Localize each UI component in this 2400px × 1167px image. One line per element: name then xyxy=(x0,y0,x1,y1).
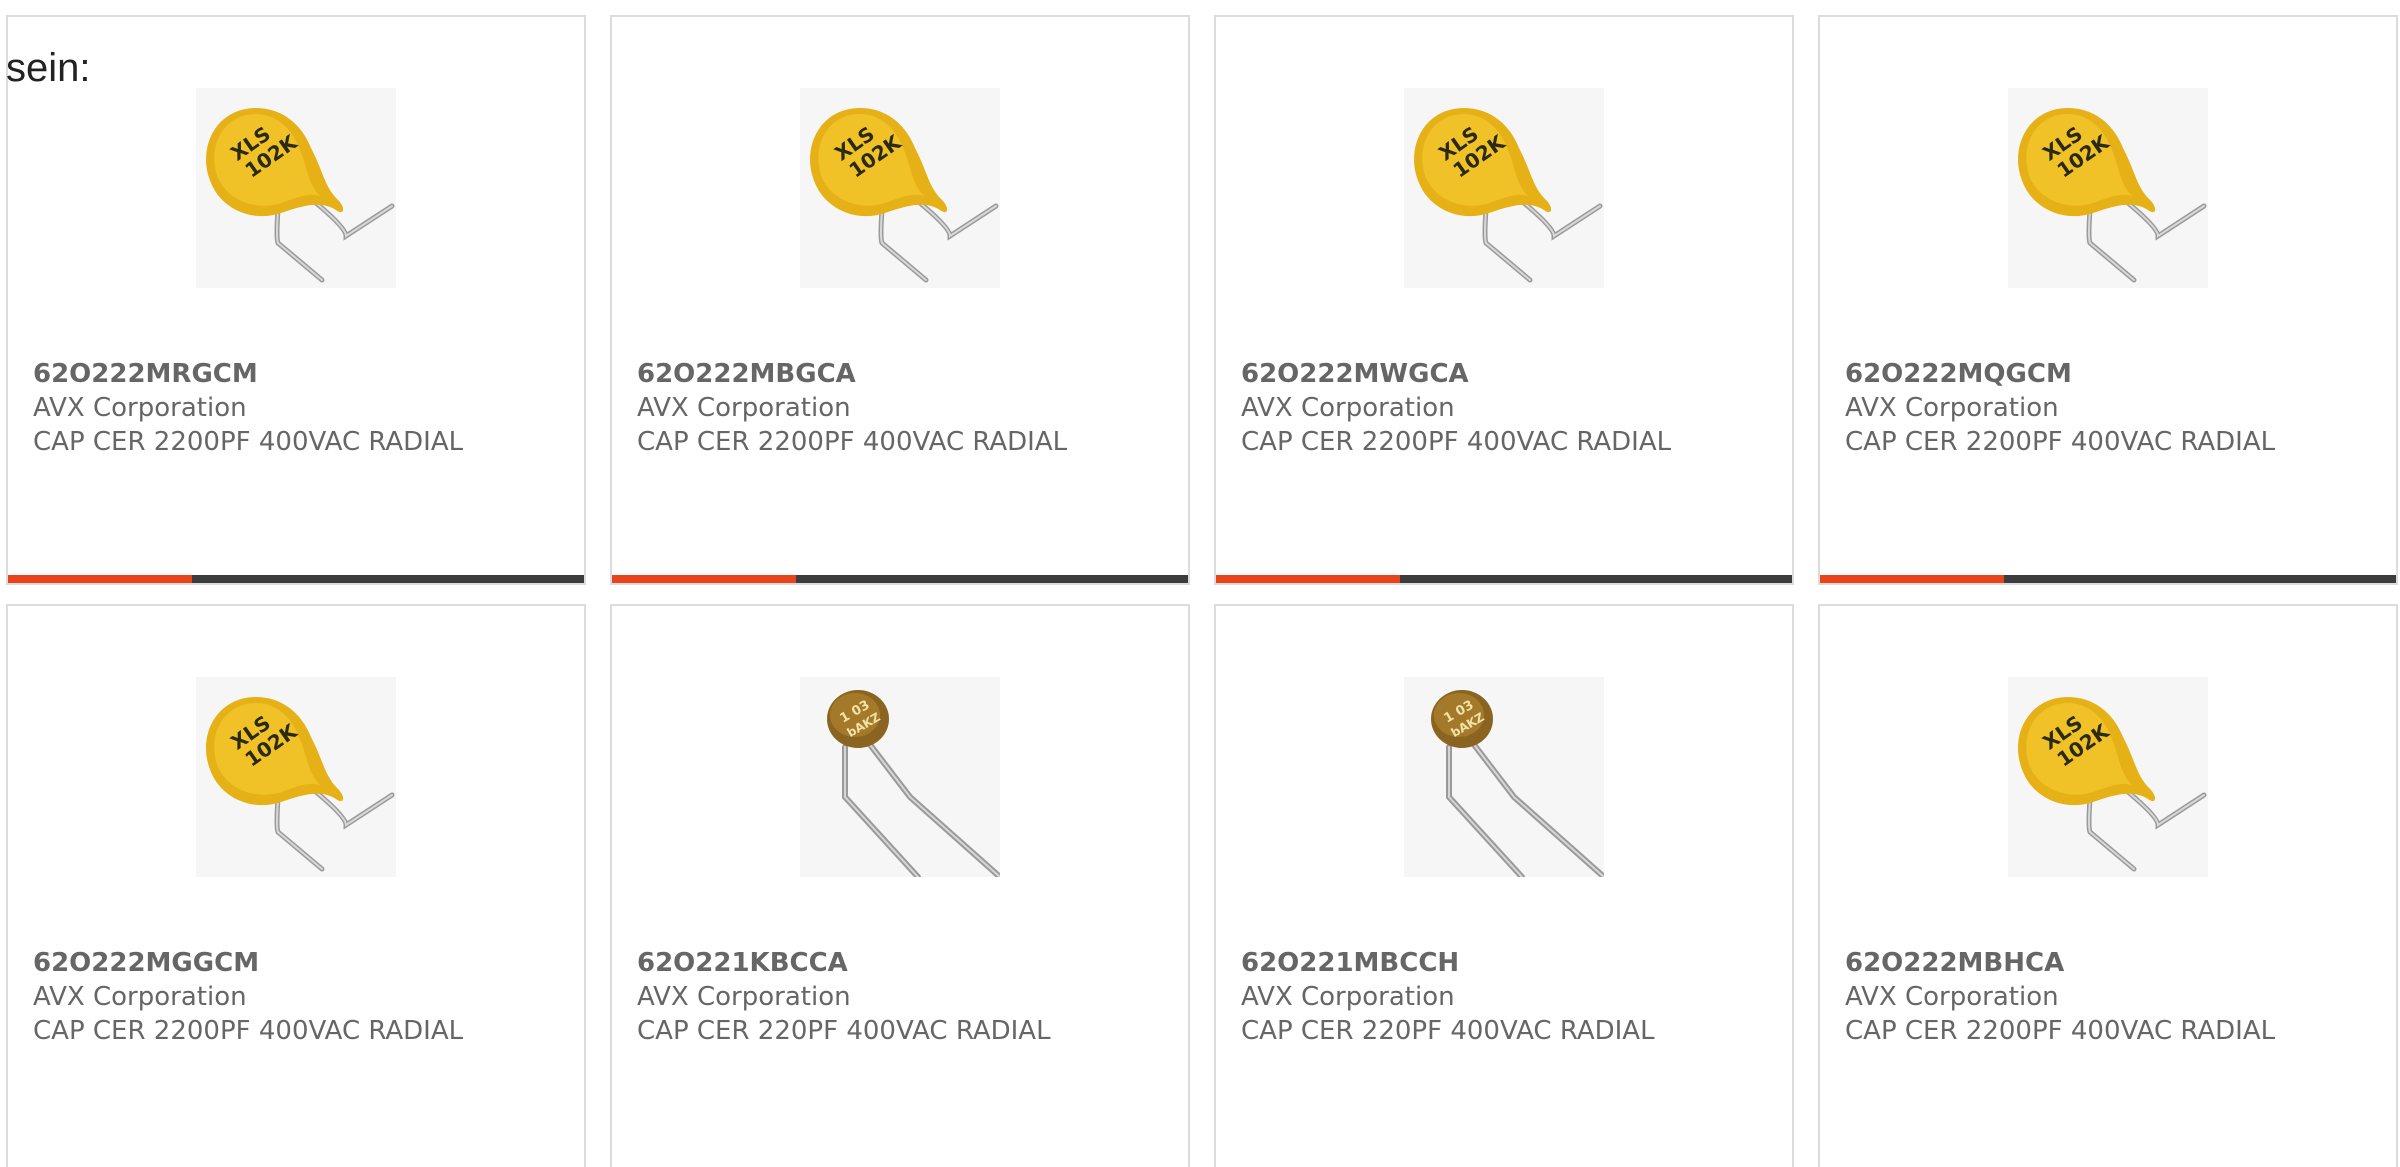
yellow-disc-capacitor-icon[interactable]: XLS 102K xyxy=(800,88,1000,288)
product-manufacturer: AVX Corporation xyxy=(637,393,851,423)
product-description: CAP CER 2200PF 400VAC RADIAL xyxy=(637,427,1068,457)
product-manufacturer: AVX Corporation xyxy=(33,393,247,423)
product-description: CAP CER 2200PF 400VAC RADIAL xyxy=(1845,1016,2276,1046)
product-manufacturer: AVX Corporation xyxy=(1845,393,2059,423)
product-info: 62O222MBGCA AVX Corporation CAP CER 2200… xyxy=(637,357,1067,459)
product-description: CAP CER 220PF 400VAC RADIAL xyxy=(637,1016,1051,1046)
product-card[interactable]: XLS 102K 62O222MQGCM AVX Corporation CAP… xyxy=(1818,15,2398,585)
progress-bar-fill xyxy=(1820,575,2005,583)
progress-bar-fill xyxy=(612,575,797,583)
product-card[interactable]: XLS 102K 62O222MWGCA AVX Corporation CAP… xyxy=(1214,15,1794,585)
product-part-number[interactable]: 62O222MBHCA xyxy=(1845,946,2275,980)
product-card[interactable]: XLS 102K 62O222MGGCM AVX Corporation CAP… xyxy=(6,604,586,1167)
yellow-disc-capacitor-icon[interactable]: XLS 102K xyxy=(196,88,396,288)
product-description: CAP CER 220PF 400VAC RADIAL xyxy=(1241,1016,1655,1046)
product-manufacturer: AVX Corporation xyxy=(637,982,851,1012)
product-card[interactable]: XLS 102K 62O222MBHCA AVX Corporation CAP… xyxy=(1818,604,2398,1167)
product-part-number[interactable]: 62O222MQGCM xyxy=(1845,357,2275,391)
brown-disc-capacitor-icon[interactable]: 1 03 bAKZ xyxy=(1404,677,1604,877)
yellow-disc-capacitor-icon[interactable]: XLS 102K xyxy=(1404,88,1604,288)
product-description: CAP CER 2200PF 400VAC RADIAL xyxy=(1241,427,1672,457)
product-card[interactable]: XLS 102K 62O222MBGCA AVX Corporation CAP… xyxy=(610,15,1190,585)
product-info: 62O222MGGCM AVX Corporation CAP CER 2200… xyxy=(33,946,463,1048)
product-description: CAP CER 2200PF 400VAC RADIAL xyxy=(1845,427,2276,457)
yellow-disc-capacitor-icon[interactable]: XLS 102K xyxy=(2008,88,2208,288)
progress-bar-fill xyxy=(1216,575,1401,583)
product-description: CAP CER 2200PF 400VAC RADIAL xyxy=(33,427,464,457)
product-manufacturer: AVX Corporation xyxy=(1241,393,1455,423)
product-part-number[interactable]: 62O221MBCCH xyxy=(1241,946,1655,980)
brown-disc-capacitor-icon[interactable]: 1 03 bAKZ xyxy=(800,677,1000,877)
product-part-number[interactable]: 62O221KBCCA xyxy=(637,946,1051,980)
product-part-number[interactable]: 62O222MGGCM xyxy=(33,946,463,980)
product-info: 62O222MBHCA AVX Corporation CAP CER 2200… xyxy=(1845,946,2275,1048)
product-card[interactable]: 1 03 bAKZ 62O221KBCCA AVX Corporation CA… xyxy=(610,604,1190,1167)
progress-bar xyxy=(1820,575,2396,583)
product-description: CAP CER 2200PF 400VAC RADIAL xyxy=(33,1016,464,1046)
yellow-disc-capacitor-icon[interactable]: XLS 102K xyxy=(196,677,396,877)
progress-bar xyxy=(1216,575,1792,583)
product-info: 62O221KBCCA AVX Corporation CAP CER 220P… xyxy=(637,946,1051,1048)
product-manufacturer: AVX Corporation xyxy=(1241,982,1455,1012)
product-info: 62O221MBCCH AVX Corporation CAP CER 220P… xyxy=(1241,946,1655,1048)
yellow-disc-capacitor-icon[interactable]: XLS 102K xyxy=(2008,677,2208,877)
product-part-number[interactable]: 62O222MRGCM xyxy=(33,357,463,391)
progress-bar xyxy=(612,575,1188,583)
product-card[interactable]: 1 03 bAKZ 62O221MBCCH AVX Corporation CA… xyxy=(1214,604,1794,1167)
product-manufacturer: AVX Corporation xyxy=(1845,982,2059,1012)
product-grid-page: sein: XLS 102K 62O222MRGCM AVX Corporati… xyxy=(0,0,2400,1167)
intro-text: sein: xyxy=(6,46,91,90)
product-part-number[interactable]: 62O222MBGCA xyxy=(637,357,1067,391)
product-info: 62O222MQGCM AVX Corporation CAP CER 2200… xyxy=(1845,357,2275,459)
product-info: 62O222MRGCM AVX Corporation CAP CER 2200… xyxy=(33,357,463,459)
progress-bar-fill xyxy=(8,575,193,583)
progress-bar xyxy=(8,575,584,583)
product-info: 62O222MWGCA AVX Corporation CAP CER 2200… xyxy=(1241,357,1671,459)
product-part-number[interactable]: 62O222MWGCA xyxy=(1241,357,1671,391)
product-manufacturer: AVX Corporation xyxy=(33,982,247,1012)
product-card[interactable]: XLS 102K 62O222MRGCM AVX Corporation CAP… xyxy=(6,15,586,585)
